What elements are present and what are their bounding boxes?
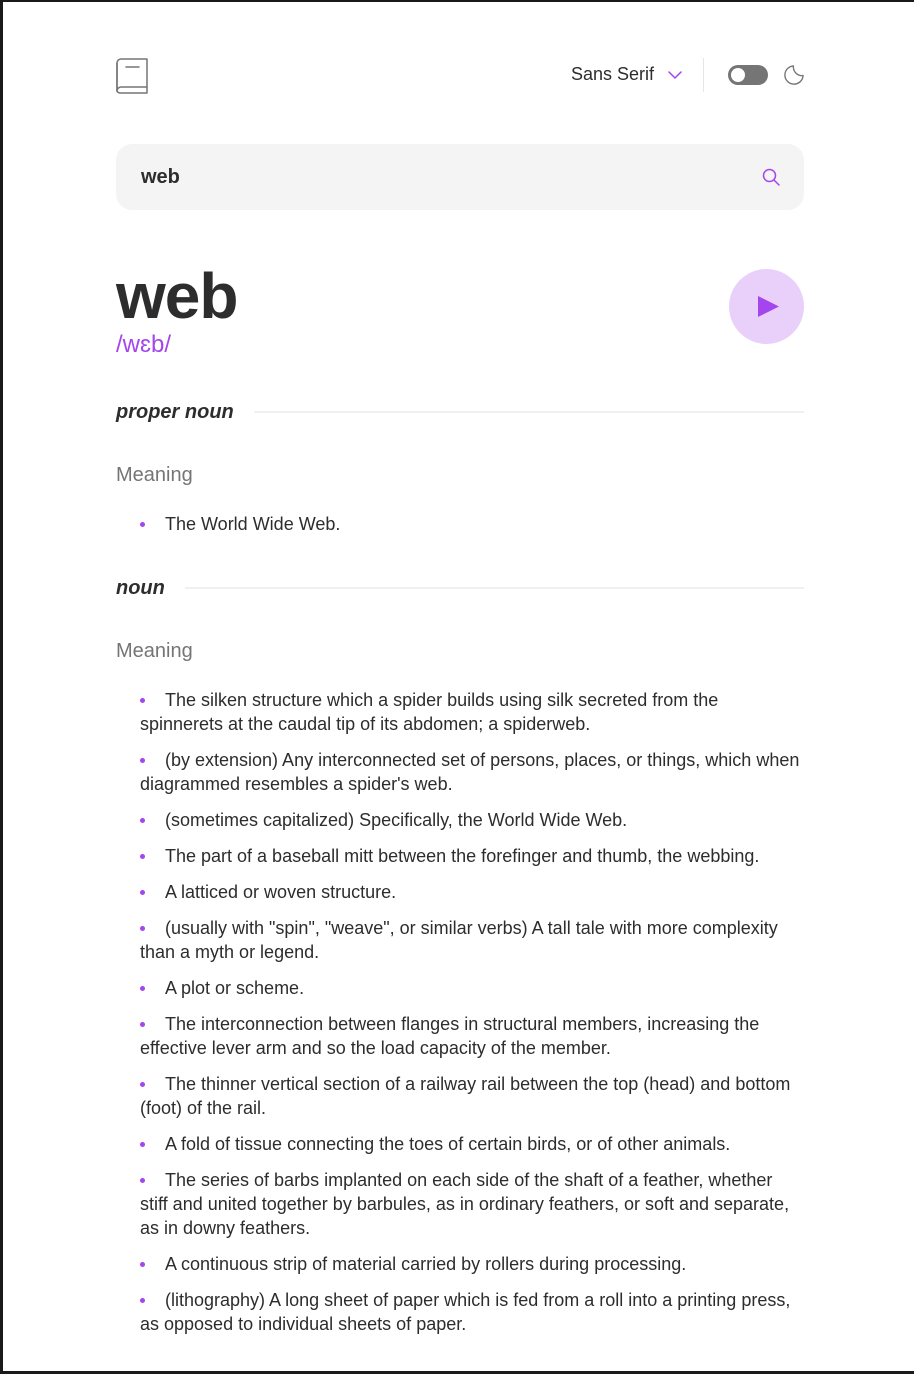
bullet: [140, 1022, 145, 1027]
definition-item: A plot or scheme.: [140, 976, 804, 1000]
bullet: [140, 1142, 145, 1147]
header: Sans Serif: [116, 56, 804, 94]
definition-item: The thinner vertical section of a railwa…: [140, 1074, 791, 1118]
search-bar: [116, 144, 804, 210]
font-selector-label: Sans Serif: [570, 64, 654, 84]
definition-item: A fold of tissue connecting the toes of …: [140, 1132, 804, 1156]
definition-item: The silken structure which a spider buil…: [140, 690, 719, 734]
window-frame-top: [0, 0, 914, 2]
definition-item: (by extension) Any interconnected set of…: [140, 750, 800, 794]
bullet: [140, 522, 145, 527]
bullet: [140, 698, 145, 703]
definition-item: The series of barbs implanted on each si…: [140, 1170, 790, 1238]
definition-item: A continuous strip of material carried b…: [140, 1252, 804, 1276]
definition-list: The silken structure which a spider buil…: [140, 688, 804, 1348]
definition-item: The interconnection between flanges in s…: [140, 1014, 760, 1058]
definition-item: A latticed or woven structure.: [140, 880, 804, 904]
header-divider: [703, 58, 704, 92]
search-icon[interactable]: [762, 168, 780, 186]
bullet: [140, 818, 145, 823]
definition-item: The part of a baseball mitt between the …: [140, 844, 804, 868]
bullet: [140, 1178, 145, 1183]
part-of-speech-row: proper noun: [116, 398, 804, 426]
book-icon[interactable]: [116, 58, 148, 94]
play-icon: [758, 296, 779, 317]
theme-toggle-knob: [731, 68, 745, 82]
part-of-speech-label: proper noun: [116, 400, 234, 423]
bullet: [140, 1298, 145, 1303]
bullet: [140, 926, 145, 931]
meaning-heading: Meaning: [116, 640, 193, 662]
definition-item: (usually with "spin", "weave", or simila…: [140, 918, 778, 962]
part-of-speech-label: noun: [116, 576, 165, 599]
bullet: [140, 758, 145, 763]
part-of-speech-row: noun: [116, 574, 804, 602]
entry-word: web: [116, 260, 238, 332]
section-divider: [253, 411, 804, 413]
definition-item: (lithography) A long sheet of paper whic…: [140, 1290, 791, 1334]
chevron-down-icon: [668, 70, 682, 79]
section-divider: [184, 587, 804, 589]
font-selector[interactable]: Sans Serif: [571, 64, 682, 85]
bullet: [140, 986, 145, 991]
entry-phonetic: /wɛb/: [116, 331, 172, 358]
play-pronunciation-button[interactable]: [729, 269, 804, 344]
meaning-heading: Meaning: [116, 464, 193, 486]
bullet: [140, 854, 145, 859]
definition-item: (sometimes capitalized) Specifically, th…: [140, 808, 804, 832]
bullet: [140, 1082, 145, 1087]
search-input[interactable]: [141, 144, 741, 210]
moon-icon[interactable]: [784, 65, 804, 85]
window-frame-left: [0, 0, 3, 1374]
bullet: [140, 1262, 145, 1267]
theme-toggle[interactable]: [728, 65, 768, 85]
definition-item: The World Wide Web.: [140, 512, 804, 536]
bullet: [140, 890, 145, 895]
definition-list: The World Wide Web.: [140, 512, 804, 548]
